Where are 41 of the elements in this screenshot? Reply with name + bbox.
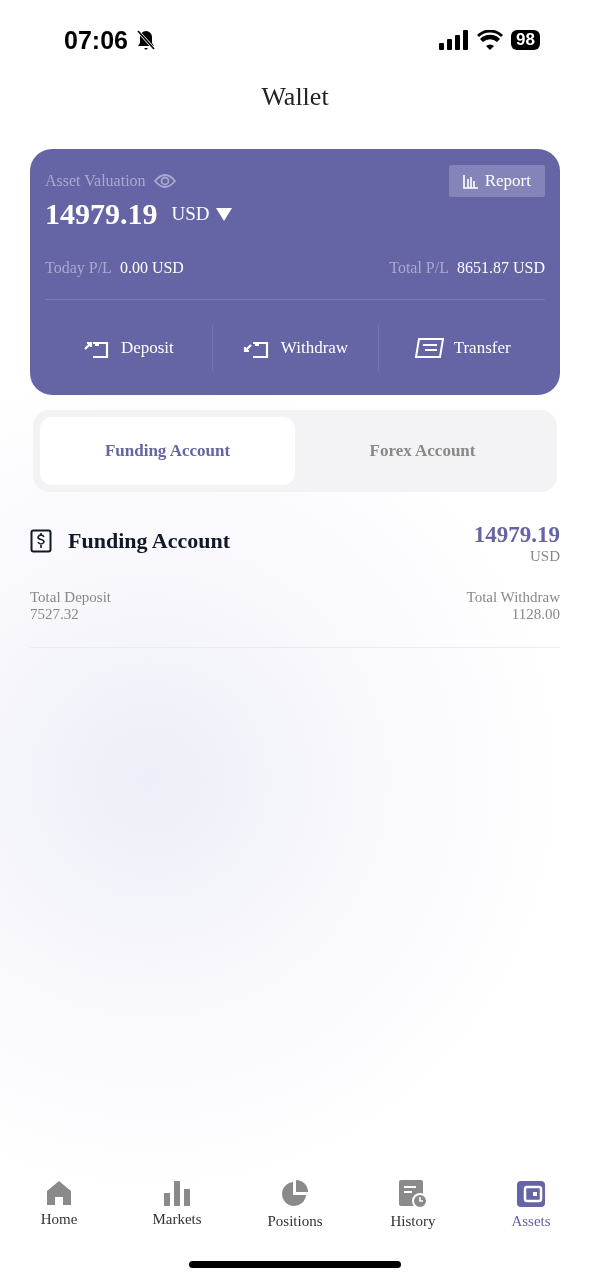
- action-button[interactable]: Deposit: [45, 324, 212, 371]
- currency-selector[interactable]: USD: [171, 203, 210, 225]
- account-tab[interactable]: Forex Account: [295, 417, 550, 485]
- nav-item[interactable]: Assets: [472, 1178, 590, 1231]
- pie-chart-icon: [280, 1179, 310, 1209]
- today-pl-label: Today P/L: [45, 259, 112, 277]
- total-amount: 14979.19: [45, 197, 158, 231]
- stat-value: 7527.32: [30, 606, 79, 623]
- nav-item[interactable]: History: [354, 1178, 472, 1231]
- account-title: Funding Account: [68, 528, 230, 554]
- total-pl-value: 8651.87 USD: [457, 259, 545, 277]
- nav-item[interactable]: Markets: [118, 1178, 236, 1231]
- account-balance: 14979.19: [473, 522, 560, 548]
- stat-label: Total Deposit: [30, 589, 112, 606]
- battery-level: 98: [511, 30, 540, 50]
- stat-value: 1128.00: [511, 606, 560, 623]
- total-pl-label: Total P/L: [389, 259, 449, 277]
- caret-down-icon[interactable]: [215, 207, 232, 221]
- account-currency: USD: [530, 548, 560, 565]
- wifi-icon: [477, 30, 504, 50]
- signal-icon: [439, 30, 470, 50]
- status-time: 07:06: [64, 25, 128, 55]
- eye-icon[interactable]: [153, 173, 176, 189]
- nav-item[interactable]: Positions: [236, 1178, 354, 1231]
- today-pl-value: 0.00 USD: [119, 259, 184, 277]
- home-icon: [45, 1179, 73, 1207]
- document-clock-icon: [398, 1179, 428, 1209]
- account-tab[interactable]: Funding Account: [40, 417, 295, 485]
- dollar-icon: [30, 529, 52, 553]
- action-button[interactable]: Withdraw: [211, 324, 379, 371]
- transfer-icon: [413, 336, 446, 359]
- wallet-icon: [516, 1179, 546, 1209]
- page-title: Wallet: [260, 81, 330, 113]
- bar-chart-icon: [163, 1179, 191, 1207]
- report-button[interactable]: Report: [448, 165, 545, 197]
- action-button[interactable]: Transfer: [378, 324, 545, 371]
- bar-chart-icon: [462, 173, 479, 189]
- stat-label: Total Withdraw: [466, 589, 560, 606]
- asset-valuation-label: Asset Valuation: [45, 172, 146, 190]
- nav-item[interactable]: Home: [0, 1178, 118, 1231]
- bell-off-icon: [135, 29, 156, 51]
